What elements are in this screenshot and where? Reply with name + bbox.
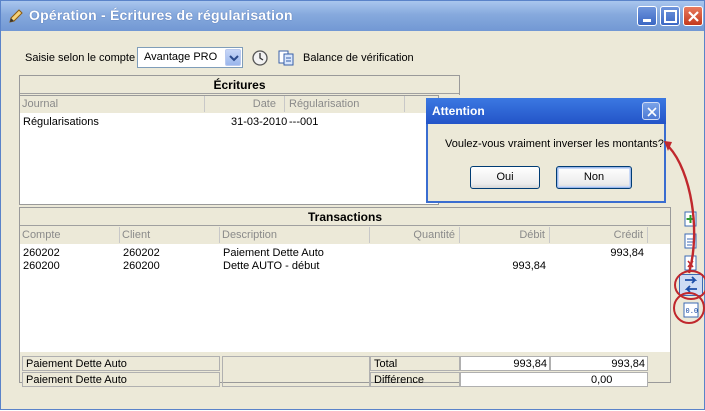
ecritures-header-panel: Écritures (19, 75, 460, 95)
invert-arrows-icon (684, 276, 698, 293)
dialog-close-button[interactable] (642, 102, 660, 120)
table-row[interactable]: Régularisations 31-03-2010 ---001 (20, 116, 438, 130)
row-date: 31-03-2010 (231, 116, 288, 128)
diff-label: Différence (374, 374, 424, 386)
table-row[interactable]: 260200 260200 Dette AUTO - début 993,84 (20, 260, 670, 273)
invert-amounts-button[interactable] (679, 274, 703, 296)
row-credit: 993,84 (610, 247, 644, 259)
account-select[interactable]: Avantage PRO (137, 47, 243, 68)
footer-spacer (222, 356, 370, 387)
yes-button[interactable]: Oui (470, 166, 540, 189)
transactions-panel: Transactions Compte Client Description Q… (19, 207, 671, 387)
dialog-message: Voulez-vous vraiment inverser les montan… (445, 138, 664, 150)
col-date: Date (205, 96, 285, 112)
row-compte: 260200 (23, 260, 60, 272)
row-debit: 993,84 (512, 260, 546, 272)
pencil-icon (9, 9, 23, 23)
footer-desc-2: Paiement Dette Auto (22, 372, 220, 387)
mode-label: Saisie selon le compte (25, 52, 136, 64)
row-client: 260202 (123, 247, 160, 259)
zero-values-icon[interactable]: 0.0 (682, 301, 700, 319)
row-regularisation: ---001 (289, 116, 319, 128)
dialog-title-bar[interactable]: Attention (426, 98, 666, 124)
total-label-cell: Total (370, 356, 460, 371)
col-debit: Débit (460, 227, 550, 243)
minimize-icon (643, 19, 651, 22)
delete-line-icon[interactable] (682, 254, 700, 272)
ecritures-header: Écritures (20, 76, 459, 94)
minimize-button[interactable] (637, 6, 657, 26)
attention-dialog: Attention Voulez-vous vraiment inverser … (426, 98, 666, 203)
balance-report-icon[interactable] (277, 49, 295, 67)
account-select-dropdown-button[interactable] (225, 49, 241, 66)
maximize-icon (664, 10, 677, 23)
diff-label-cell: Différence (370, 372, 460, 387)
row-journal: Régularisations (23, 116, 99, 128)
main-window: Opération - Écritures de régularisation … (0, 0, 705, 410)
row-description: Dette AUTO - début (223, 260, 320, 272)
footer-desc-1: Paiement Dette Auto (22, 356, 220, 371)
total-label: Total (374, 358, 398, 370)
row-description: Paiement Dette Auto (223, 247, 324, 259)
balance-label[interactable]: Balance de vérification (303, 52, 414, 64)
dialog-title: Attention (432, 104, 485, 118)
svg-text:0.0: 0.0 (686, 307, 699, 315)
row-client: 260200 (123, 260, 160, 272)
ecritures-rows: Régularisations 31-03-2010 ---001 (20, 113, 438, 204)
total-debit: 993,84 (513, 358, 547, 370)
col-compte: Compte (20, 227, 120, 243)
account-select-value: Avantage PRO (144, 51, 218, 63)
col-journal: Journal (20, 96, 205, 112)
maximize-button[interactable] (660, 6, 680, 26)
close-icon (647, 107, 657, 117)
col-description: Description (220, 227, 370, 243)
transactions-header: Transactions (20, 208, 670, 226)
edit-line-icon[interactable] (682, 232, 700, 250)
table-row[interactable]: 260202 260202 Paiement Dette Auto 993,84 (20, 247, 670, 260)
window-title: Opération - Écritures de régularisation (29, 7, 293, 23)
diff-value: 0,00 (591, 374, 613, 386)
total-debit-cell: 993,84 (460, 356, 550, 371)
no-button[interactable]: Non (556, 166, 632, 189)
diff-value-cell: 0,00 (460, 372, 648, 387)
col-regularisation: Régularisation (285, 96, 405, 112)
ecritures-table: Journal Date Régularisation Régularisati… (19, 95, 439, 205)
add-line-icon[interactable] (682, 210, 700, 228)
total-credit-cell: 993,84 (550, 356, 648, 371)
chevron-down-icon (229, 55, 239, 62)
col-quantite: Quantité (370, 227, 460, 243)
row-compte: 260202 (23, 247, 60, 259)
col-credit: Crédit (550, 227, 648, 243)
total-credit: 993,84 (611, 358, 645, 370)
transactions-rows: 260202 260202 Paiement Dette Auto 993,84… (20, 244, 670, 352)
close-button[interactable] (683, 6, 703, 26)
title-bar[interactable]: Opération - Écritures de régularisation (1, 1, 704, 31)
clock-icon[interactable] (251, 49, 269, 67)
col-client: Client (120, 227, 220, 243)
close-icon (688, 11, 699, 22)
